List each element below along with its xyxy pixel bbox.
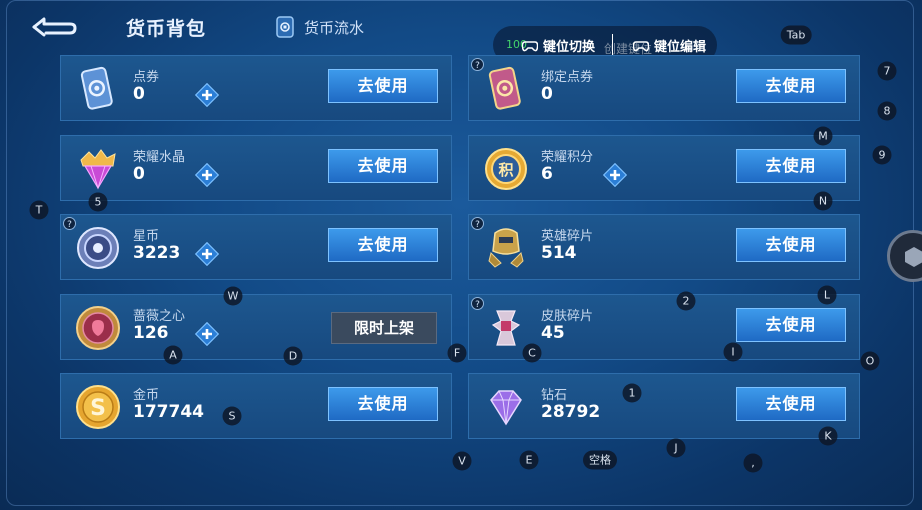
use-button[interactable]: 去使用: [328, 228, 438, 262]
svg-text:积: 积: [498, 161, 513, 179]
currency-value: 126: [133, 323, 169, 343]
add-plus-icon[interactable]: [195, 322, 219, 346]
key-hint[interactable]: K: [818, 426, 838, 446]
add-plus-icon[interactable]: [195, 242, 219, 266]
key-hint[interactable]: M: [813, 126, 833, 146]
currency-value: 3223: [133, 243, 181, 263]
hero-fragment-icon: [488, 228, 524, 268]
svg-text:?: ?: [67, 220, 72, 230]
key-edit-button[interactable]: 键位编辑: [633, 36, 706, 55]
svg-text:?: ?: [475, 220, 480, 230]
currency-name: 荣耀积分: [541, 150, 594, 165]
use-button[interactable]: 去使用: [736, 228, 846, 262]
rose-heart-icon: [76, 306, 120, 350]
currency-name: 金币: [133, 388, 160, 403]
voucher-card-icon: [80, 66, 113, 110]
currency-card-voucher: 点券 0 去使用: [60, 55, 452, 121]
tab-currency-flow-label: 货币流水: [304, 18, 365, 37]
key-hint[interactable]: D: [283, 346, 303, 366]
key-hint[interactable]: I: [723, 342, 743, 362]
key-switch-button[interactable]: 键位切换: [522, 36, 595, 55]
currency-name: 点券: [133, 70, 160, 85]
key-hint[interactable]: Tab: [780, 25, 812, 45]
tab-currency-backpack[interactable]: 货币背包: [126, 14, 206, 41]
currency-value: 177744: [133, 402, 204, 422]
currency-value: 514: [541, 243, 577, 263]
key-hint[interactable]: 8: [877, 101, 897, 121]
glory-points-icon: 积: [485, 148, 527, 190]
key-switch-label: 键位切换: [543, 40, 596, 55]
currency-card-bound-voucher: ? 绑定点券 0 去使用: [468, 55, 860, 121]
use-button[interactable]: 去使用: [736, 69, 846, 103]
currency-card-glory-crystal: 荣耀水晶 0 去使用: [60, 135, 452, 201]
ledger-icon: [276, 16, 294, 38]
key-hint[interactable]: A: [163, 345, 183, 365]
gamepad-edit-icon: [633, 40, 649, 51]
key-hint[interactable]: 5: [88, 192, 108, 212]
use-button[interactable]: 去使用: [328, 387, 438, 421]
key-hint[interactable]: 9: [872, 145, 892, 165]
tab-currency-flow[interactable]: 货币流水: [274, 14, 364, 40]
key-edit-label: 键位编辑: [654, 40, 707, 55]
currency-card-hero-fragment: ? 英雄碎片 514 去使用: [468, 214, 860, 280]
back-arrow-icon[interactable]: [30, 14, 78, 40]
use-button[interactable]: 去使用: [328, 149, 438, 183]
add-plus-icon[interactable]: [195, 83, 219, 107]
key-hint[interactable]: 7: [877, 61, 897, 81]
currency-value: 45: [541, 323, 565, 343]
gamepad-icon: [522, 40, 538, 51]
key-hint[interactable]: C: [522, 343, 542, 363]
key-hint[interactable]: S: [222, 406, 242, 426]
use-button[interactable]: 去使用: [328, 69, 438, 103]
limited-time-button[interactable]: 限时上架: [331, 312, 437, 344]
use-button[interactable]: 去使用: [736, 308, 846, 342]
add-plus-icon[interactable]: [195, 163, 219, 187]
bound-voucher-card-icon: [488, 66, 521, 110]
currency-name: 皮肤碎片: [541, 309, 594, 324]
emulator-side-handle[interactable]: [887, 230, 922, 282]
key-hint[interactable]: 1: [622, 383, 642, 403]
gold-coin-icon: S: [76, 385, 120, 429]
key-hint[interactable]: L: [817, 285, 837, 305]
key-hint[interactable]: F: [447, 343, 467, 363]
currency-name: 英雄碎片: [541, 229, 594, 244]
hexagon-icon: [905, 247, 922, 267]
currency-name: 钻石: [541, 388, 568, 403]
svg-text:?: ?: [475, 61, 480, 71]
currency-card-rose-heart: 蔷薇之心 126 限时上架: [60, 294, 452, 360]
key-hint[interactable]: 空格: [583, 450, 617, 470]
currency-value: 6: [541, 164, 553, 184]
star-coin-icon: [77, 227, 119, 269]
diamond-icon: [490, 390, 522, 426]
key-hint[interactable]: O: [860, 351, 880, 371]
currency-backpack-screen: 货币背包 货币流水 100 创建键位 键位切换 键位编辑 点券 0 去使用 ?: [0, 0, 922, 510]
currency-name: 绑定点券: [541, 70, 594, 85]
use-button[interactable]: 去使用: [736, 387, 846, 421]
use-button[interactable]: 去使用: [736, 149, 846, 183]
currency-value: 0: [541, 84, 553, 104]
currency-card-glory-points: 积 荣耀积分 6 去使用: [468, 135, 860, 201]
currency-value: 28792: [541, 402, 601, 422]
key-hint[interactable]: N: [813, 191, 833, 211]
svg-text:?: ?: [475, 300, 480, 310]
key-hint[interactable]: T: [29, 200, 49, 220]
key-hint[interactable]: W: [223, 286, 243, 306]
add-plus-icon[interactable]: [603, 163, 627, 187]
currency-card-gold-coin: S 金币 177744 去使用: [60, 373, 452, 439]
currency-name: 蔷薇之心: [133, 309, 186, 324]
key-hint[interactable]: 2: [676, 291, 696, 311]
currency-name: 星币: [133, 229, 160, 244]
glory-crystal-icon: [80, 149, 116, 190]
key-hint[interactable]: ,: [743, 453, 763, 473]
skin-fragment-icon: [491, 310, 521, 346]
currency-value: 0: [133, 84, 145, 104]
currency-card-diamond: 钻石 28792 去使用: [468, 373, 860, 439]
key-hint[interactable]: E: [519, 450, 539, 470]
currency-card-star-coin: ? 星币 3223 去使用: [60, 214, 452, 280]
key-hint[interactable]: V: [452, 451, 472, 471]
currency-name: 荣耀水晶: [133, 150, 186, 165]
currency-value: 0: [133, 164, 145, 184]
svg-text:S: S: [90, 396, 106, 421]
key-hint[interactable]: J: [666, 438, 686, 458]
